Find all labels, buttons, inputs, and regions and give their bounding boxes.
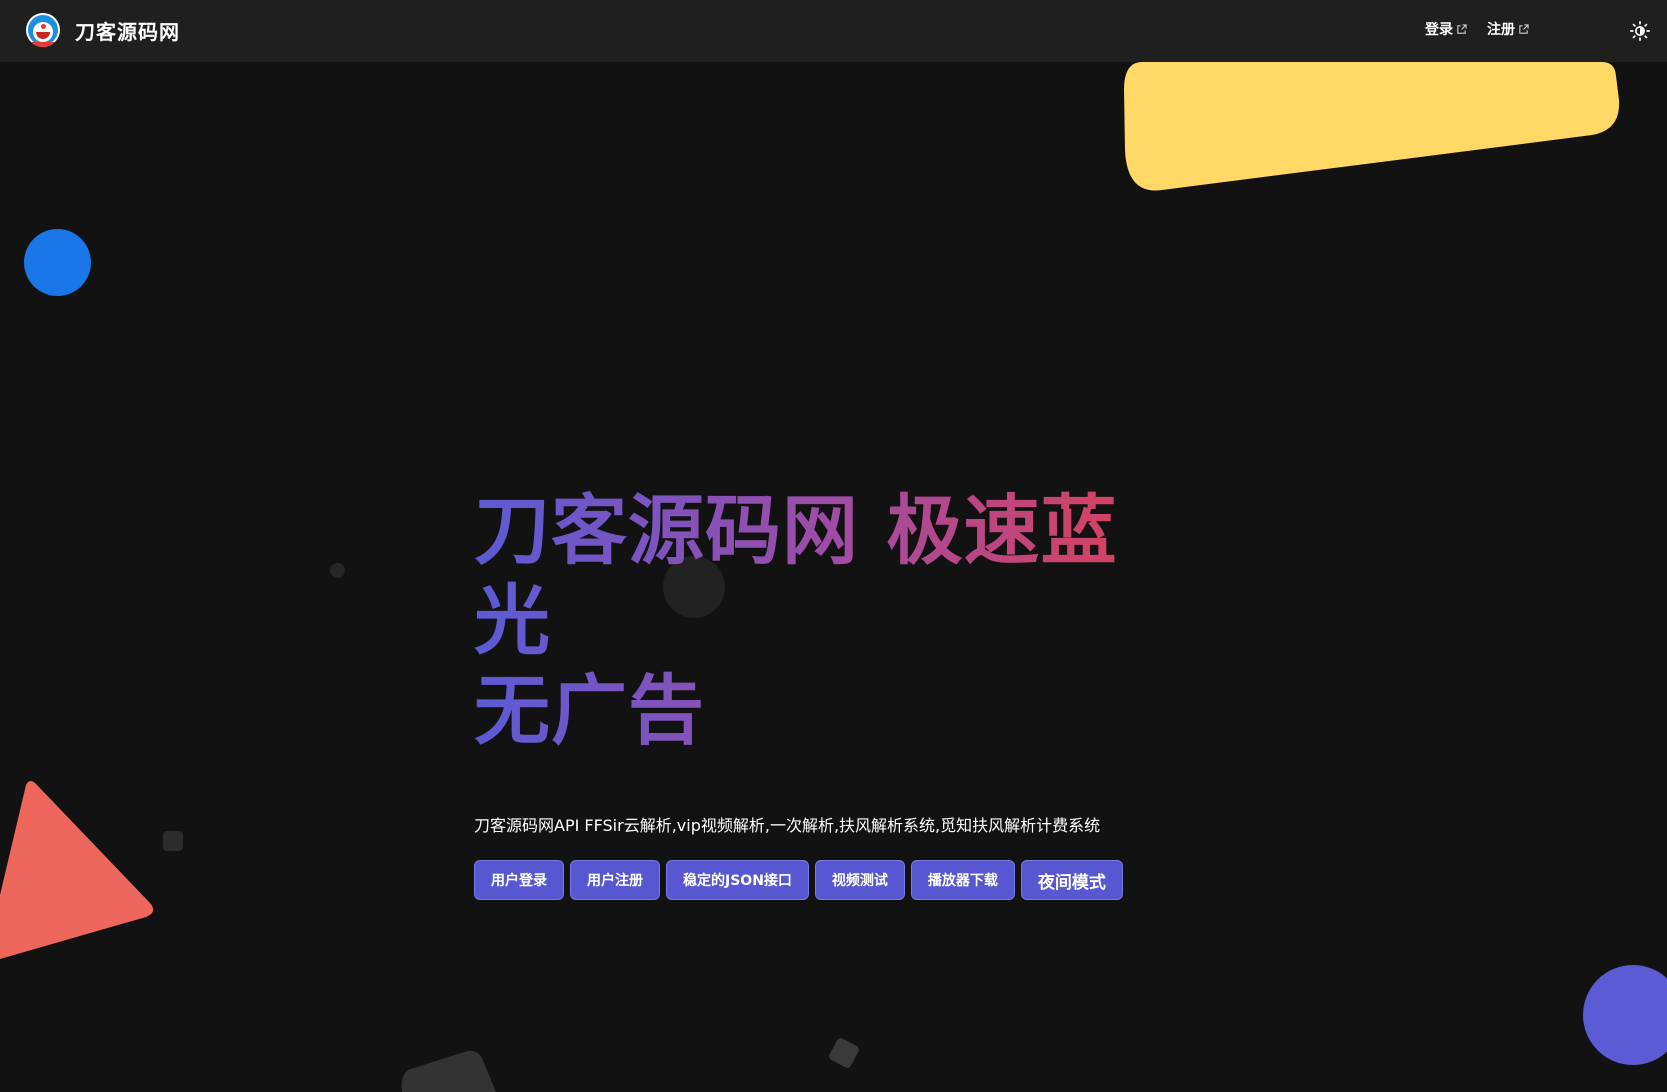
nav-links: 登录 注册 — [1425, 19, 1529, 39]
nav-login-label: 登录 — [1425, 22, 1453, 38]
hero-buttons: 用户登录 用户注册 稳定的JSON接口 视频测试 播放器下载 夜间模式 — [474, 860, 1194, 900]
hero-title: 刀客源码网 极速蓝光 无广告 — [474, 486, 1194, 756]
hero-subtitle: 刀客源码网API FFSir云解析,vip视频解析,一次解析,扶风解析系统,觅知… — [474, 816, 1101, 835]
page: 刀客源码网 登录 注册 刀客源码网 极速蓝光 无广告 刀客源码网API FFSi… — [0, 0, 1667, 1092]
nav-register-link[interactable]: 注册 — [1487, 19, 1529, 39]
decorative-red-triangle — [0, 781, 154, 959]
decorative-purple-circle — [1583, 965, 1667, 1065]
hero-title-line2: 无广告 — [474, 666, 705, 755]
nav-login-link[interactable]: 登录 — [1425, 19, 1467, 39]
nav-register-label: 注册 — [1487, 22, 1515, 38]
decorative-grey-shape — [401, 1050, 496, 1092]
night-mode-button[interactable]: 夜间模式 — [1020, 860, 1123, 900]
user-login-button[interactable]: 用户登录 — [474, 860, 564, 900]
doraemon-logo-icon — [26, 13, 60, 47]
json-api-button[interactable]: 稳定的JSON接口 — [666, 860, 809, 900]
external-link-icon — [1457, 23, 1467, 34]
sun-icon[interactable] — [1629, 20, 1651, 42]
decorative-grey-square — [163, 831, 183, 851]
user-register-button[interactable]: 用户注册 — [570, 860, 660, 900]
decorative-grey-dot — [330, 563, 345, 578]
brand[interactable]: 刀客源码网 — [26, 10, 180, 50]
hero-title-line1: 刀客源码网 极速蓝光 — [474, 486, 1118, 665]
external-link-icon — [1519, 23, 1529, 34]
top-navbar: 刀客源码网 登录 注册 — [0, 0, 1667, 62]
player-download-button[interactable]: 播放器下载 — [910, 860, 1015, 900]
brand-name: 刀客源码网 — [75, 19, 180, 44]
hero-section: 刀客源码网 极速蓝光 无广告 刀客源码网API FFSir云解析,vip视频解析… — [474, 486, 1194, 900]
decorative-blue-circle — [24, 229, 91, 296]
video-test-button[interactable]: 视频测试 — [814, 860, 905, 900]
decorative-grey-square — [827, 1036, 861, 1070]
